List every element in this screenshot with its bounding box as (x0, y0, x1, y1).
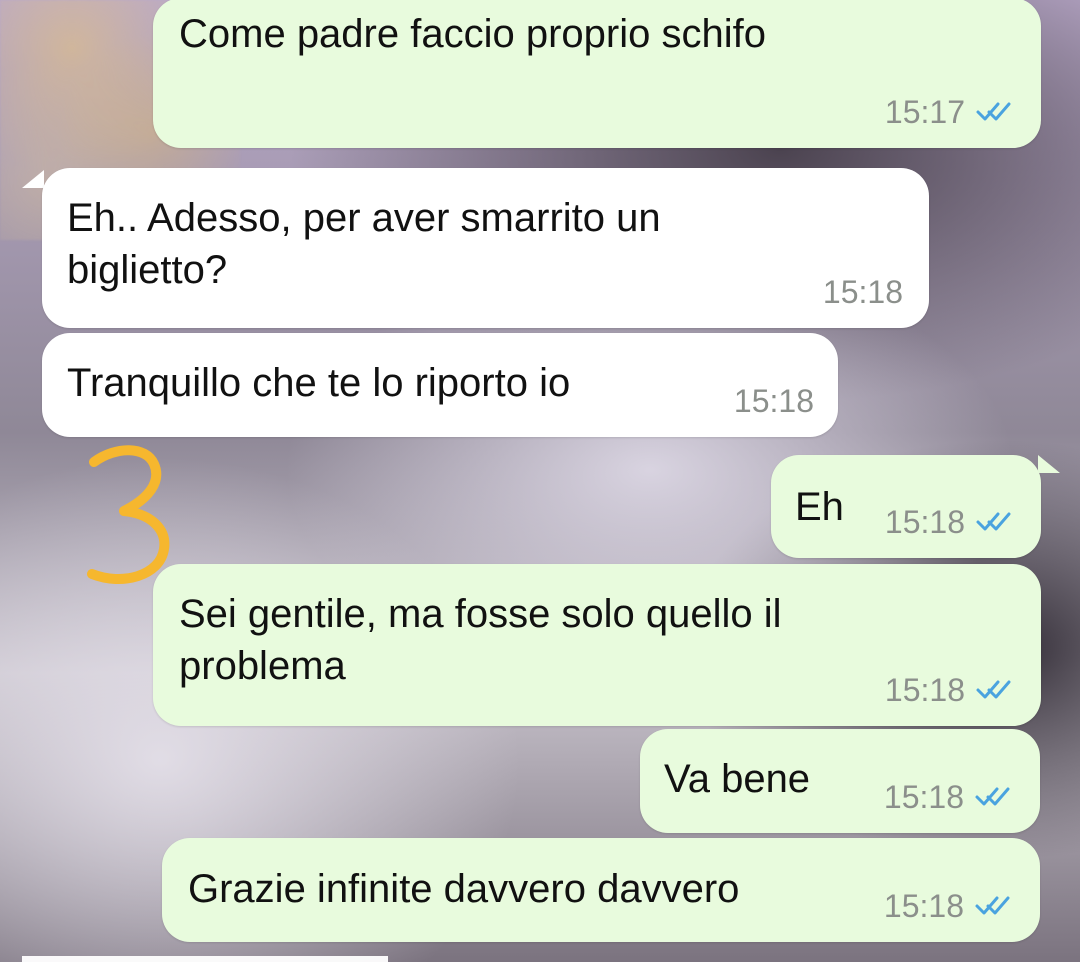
message-time: 15:18 (884, 672, 965, 708)
message-time: 15:18 (733, 383, 814, 419)
message-text: Tranquillo che te lo riporto io (67, 361, 571, 405)
message-time: 15:17 (884, 94, 965, 130)
message-bubble-outgoing[interactable]: Eh 15:18 (771, 455, 1041, 558)
read-receipt-icon (975, 787, 1010, 806)
message-bubble-outgoing[interactable]: Grazie infinite davvero davvero 15:18 (162, 838, 1040, 942)
message-time: 15:18 (883, 779, 964, 815)
message-meta: 15:18 (823, 274, 903, 310)
message-bubble-incoming[interactable]: Eh.. Adesso, per aver smarrito un biglie… (42, 168, 929, 328)
read-receipt-icon (976, 102, 1011, 121)
message-text: Sei gentile, ma fosse solo quello il pro… (179, 592, 782, 688)
message-text: Va bene (664, 757, 811, 801)
message-time: 15:18 (822, 274, 903, 310)
message-meta: 15:18 (885, 504, 1015, 540)
read-receipt-icon (976, 512, 1011, 531)
message-text: Eh (795, 485, 844, 529)
read-receipt-icon (976, 680, 1011, 699)
message-meta: 15:18 (884, 779, 1014, 815)
message-bubble-incoming[interactable]: Tranquillo che te lo riporto io 15:18 (42, 333, 838, 437)
bottom-bar (22, 956, 388, 962)
message-bubble-outgoing[interactable]: Sei gentile, ma fosse solo quello il pro… (153, 564, 1041, 726)
message-meta: 15:18 (734, 383, 814, 419)
message-meta: 15:18 (885, 672, 1015, 708)
message-text: Come padre faccio proprio schifo (179, 12, 766, 56)
message-time: 15:18 (883, 888, 964, 924)
message-meta: 15:17 (885, 94, 1015, 130)
message-bubble-outgoing[interactable]: Come padre faccio proprio schifo 15:17 (153, 0, 1041, 148)
message-meta: 15:18 (884, 888, 1014, 924)
message-bubble-outgoing[interactable]: Va bene 15:18 (640, 729, 1040, 833)
message-text: Grazie infinite davvero davvero (188, 867, 740, 911)
read-receipt-icon (975, 896, 1010, 915)
message-text: Eh.. Adesso, per aver smarrito un biglie… (67, 196, 661, 292)
message-time: 15:18 (884, 504, 965, 540)
message-tail-incoming (22, 170, 44, 188)
message-tail-outgoing (1038, 455, 1060, 473)
annotation-label: 3 (82, 444, 83, 445)
